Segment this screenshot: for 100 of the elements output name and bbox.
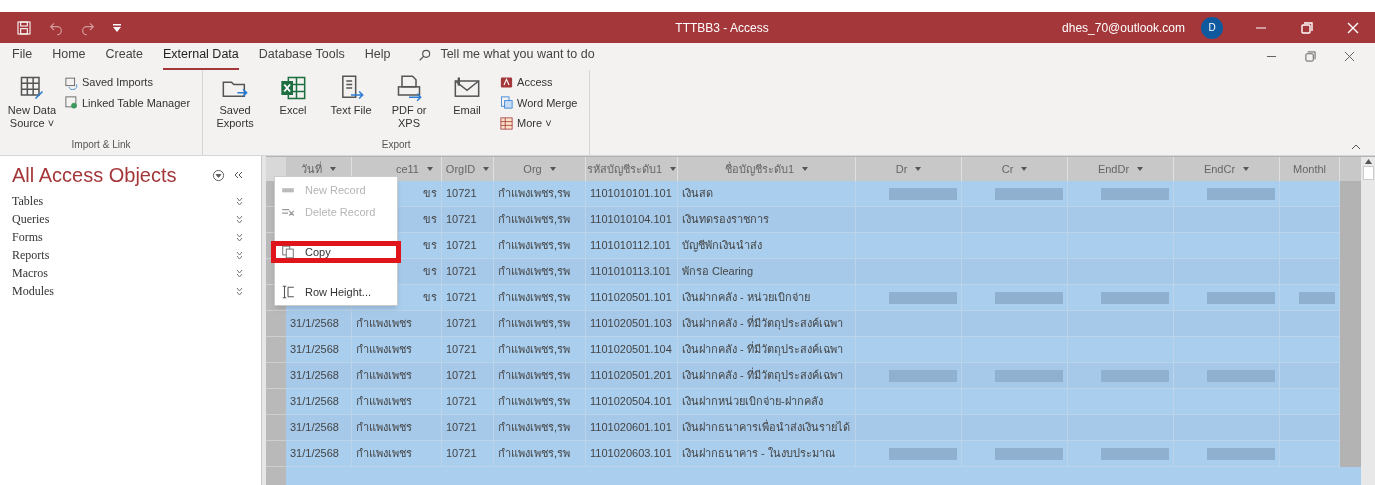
ribbon-button[interactable]: Access <box>499 74 578 91</box>
ribbon-button[interactable]: More ˅ <box>499 115 578 132</box>
table-cell-text: 1101020603.101 <box>590 446 672 462</box>
table-cell-text: กำแพงเพชร,รพ <box>498 446 571 462</box>
close-icon[interactable] <box>1344 51 1355 62</box>
table-cell-text: 1101020504.101 <box>590 394 672 410</box>
table-cell-text: 1101020501.101 <box>590 290 672 306</box>
ribbon-button[interactable]: Saved Exports <box>207 74 264 130</box>
account-email: dhes_70@outlook.com <box>1062 19 1185 37</box>
table-cell-text: 10721 <box>446 368 477 384</box>
ribbon-button[interactable]: Linked Table Manager <box>64 94 191 111</box>
table-cell: เงินฝากธนาคารเพื่อนำส่งเงินรายได้ <box>682 419 850 436</box>
column-header[interactable]: วันที่ <box>301 160 322 178</box>
column-header[interactable]: Org <box>523 160 542 178</box>
save-icon[interactable] <box>16 19 32 36</box>
column-header[interactable]: OrgID <box>445 160 476 178</box>
ribbon-tab[interactable]: Create <box>105 45 144 70</box>
table-cell-text: 1101010104.101 <box>590 212 672 228</box>
blurred-value <box>1101 187 1169 200</box>
filter-arrow-icon[interactable] <box>330 167 336 171</box>
collapse-ribbon-icon[interactable] <box>1351 143 1361 151</box>
scroll-up-icon[interactable] <box>1364 159 1372 164</box>
ribbon-button[interactable]: Text File <box>323 74 380 117</box>
object-group[interactable]: Queries <box>12 210 236 228</box>
column-header[interactable]: รหัสบัญชีระดับ1 <box>586 160 663 178</box>
restore-icon[interactable] <box>1301 21 1313 34</box>
restore-icon[interactable] <box>1305 51 1316 62</box>
column-header[interactable]: EndDr <box>1097 160 1130 178</box>
table-cell-text: กำแพงเพชร,รพ <box>498 238 571 254</box>
ribbon-tab[interactable]: Database Tools <box>258 45 345 70</box>
column-header[interactable]: EndCr <box>1203 160 1236 178</box>
table-cell-text: เงินทดรองราชการ <box>682 212 769 228</box>
filter-arrow-icon[interactable] <box>915 167 922 171</box>
table-cell-text: 10721 <box>446 264 477 280</box>
table-cell-text: ขร <box>423 212 437 228</box>
ribbon-button[interactable]: Email <box>439 74 496 117</box>
filter-arrow-icon[interactable] <box>1137 167 1144 171</box>
filter-arrow-icon[interactable] <box>670 167 677 171</box>
blurred-value <box>889 291 957 304</box>
column-header[interactable]: ชื่อบัญชีระดับ1 <box>724 160 795 178</box>
menu-item[interactable]: Copy <box>271 241 401 263</box>
pane-title: All Access Objects <box>12 163 178 188</box>
table-cell-text: กำแพงเพชร <box>356 368 412 384</box>
dropdown-icon[interactable] <box>212 168 225 182</box>
expand-icon[interactable] <box>236 196 243 206</box>
table-cell-text: กำแพงเพชร,รพ <box>498 212 571 228</box>
column-header[interactable]: Cr <box>1001 160 1014 178</box>
ribbon-button[interactable]: PDF or XPS <box>381 74 438 130</box>
scrollbar-thumb[interactable] <box>1362 166 1374 180</box>
group-label: Import & Link <box>70 138 132 152</box>
filter-arrow-icon[interactable] <box>1243 167 1250 171</box>
object-group[interactable]: Macros <box>12 264 236 282</box>
collapse-pane-icon[interactable] <box>234 171 243 179</box>
expand-icon[interactable] <box>236 214 243 224</box>
table-cell-text: 1101010112.101 <box>590 238 671 254</box>
table-cell-text: เงินฝากหน่วยเบิกจ่าย-ฝากคลัง <box>682 394 823 410</box>
filter-arrow-icon[interactable] <box>802 167 809 171</box>
scrollbar[interactable] <box>1361 157 1375 485</box>
expand-icon[interactable] <box>236 232 243 242</box>
object-group[interactable]: Forms <box>12 228 236 246</box>
object-group[interactable]: Reports <box>12 246 236 264</box>
table-cell-text: กำแพงเพชร,รพ <box>498 420 571 436</box>
table-cell-text: บัญชีพักเงินนำส่ง <box>682 238 762 254</box>
filter-arrow-icon[interactable] <box>1021 167 1028 171</box>
table-cell-text: พักรอ Clearing <box>682 264 754 280</box>
ribbon-tab[interactable]: Help <box>364 45 391 70</box>
blurred-value <box>1207 291 1275 304</box>
table-cell-text: 10721 <box>446 342 477 358</box>
blurred-value <box>1207 187 1275 200</box>
table-cell-text: ขร <box>423 290 437 306</box>
table-cell-text: 10721 <box>446 316 477 332</box>
ribbon-button[interactable]: Excel <box>265 74 322 117</box>
menu-item[interactable]: Row Height... <box>275 281 397 303</box>
filter-arrow-icon[interactable] <box>483 167 490 171</box>
table-cell-text: กำแพงเพชร,รพ <box>498 186 571 202</box>
object-group[interactable]: Tables <box>12 192 236 210</box>
search-field[interactable]: Tell me what you want to do <box>440 45 595 64</box>
customize-icon[interactable] <box>112 22 122 33</box>
expand-icon[interactable] <box>236 268 243 278</box>
ribbon-button[interactable]: New Data Source ˅ <box>4 74 60 130</box>
column-header[interactable]: Dr <box>895 160 908 178</box>
filter-arrow-icon[interactable] <box>549 167 556 171</box>
table-cell-text: กำแพงเพชร <box>356 342 412 358</box>
object-group[interactable]: Modules <box>12 282 236 300</box>
column-header[interactable]: ce11 <box>395 160 419 178</box>
expand-icon[interactable] <box>236 286 243 296</box>
avatar[interactable]: D <box>1201 16 1223 39</box>
expand-icon[interactable] <box>236 250 243 260</box>
ribbon-button[interactable]: Saved Imports <box>64 74 191 91</box>
ribbon-tab[interactable]: File <box>12 45 33 70</box>
table-export-icon <box>499 115 515 131</box>
ribbon-button[interactable]: Word Merge <box>499 94 578 111</box>
filter-arrow-icon[interactable] <box>427 167 433 171</box>
column-header[interactable]: Monthl <box>1293 160 1326 178</box>
ribbon-tab[interactable]: Home <box>52 45 86 70</box>
table-cell-text: กำแพงเพชร,รพ <box>498 316 571 332</box>
table-cell-text: 31/1/2568 <box>290 446 339 462</box>
blurred-value <box>995 369 1063 382</box>
table-cell-text: 10721 <box>446 446 477 462</box>
table-cell-text: กำแพงเพชร,รพ <box>498 368 571 384</box>
